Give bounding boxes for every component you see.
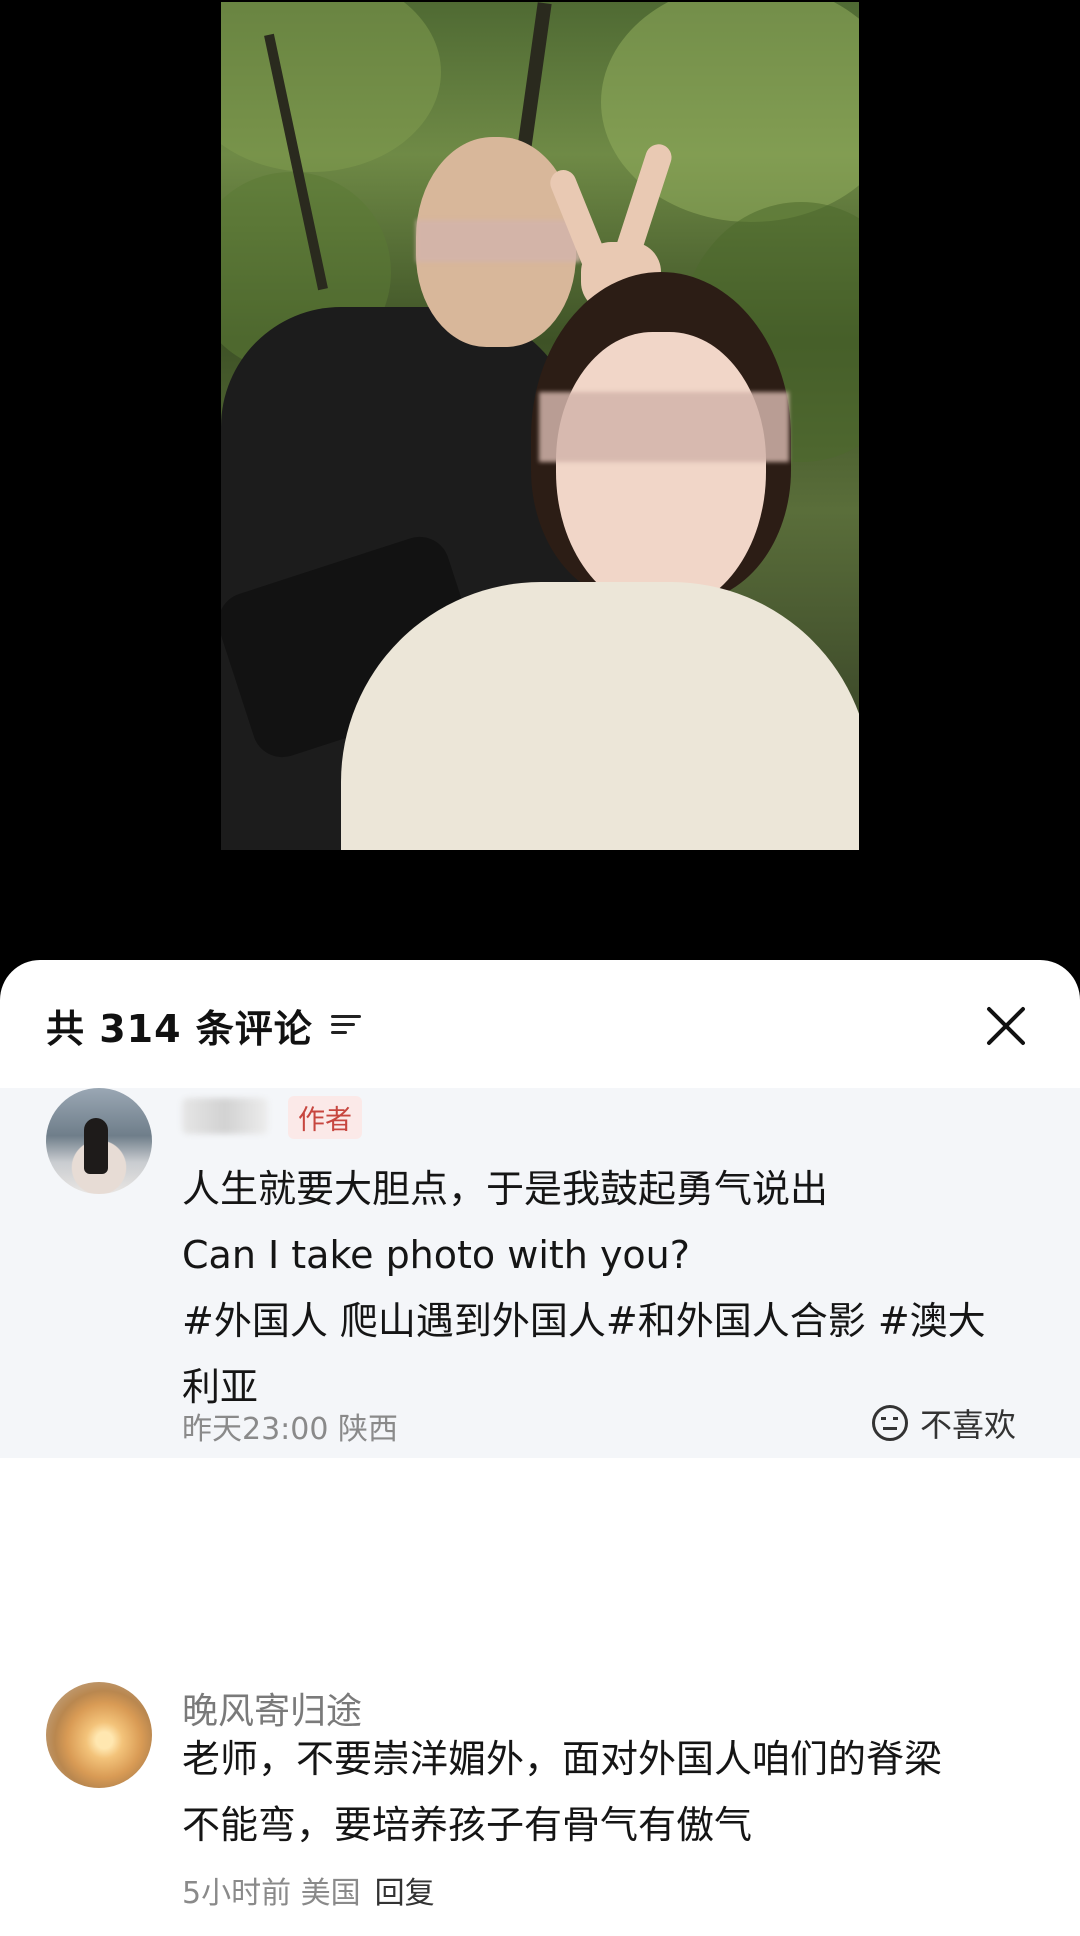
comments-sheet: 共 314 条评论 作者 人生就要大胆点，于是我鼓起勇气说出 Can I tak…	[0, 960, 1080, 1936]
comments-header: 共 314 条评论	[46, 1000, 361, 1051]
comment-line: 老师，不要崇洋媚外，面对外国人咱们的脊梁	[182, 1737, 943, 1781]
dislike-label: 不喜欢	[919, 1406, 1016, 1444]
comment-line: 人生就要大胆点，于是我鼓起勇气说出	[182, 1167, 829, 1211]
comment-line: Can I take photo with you?	[182, 1233, 690, 1277]
comment-line: 不能弯，要培养孩子有骨气有傲气	[182, 1803, 753, 1847]
avatar[interactable]	[46, 1088, 152, 1194]
comment-item[interactable]: 晚风寄归途 老师，不要崇洋媚外，面对外国人咱们的脊梁 不能弯，要培养孩子有骨气有…	[0, 1682, 1080, 1936]
author-badge: 作者	[288, 1096, 362, 1139]
avatar[interactable]	[46, 1682, 152, 1788]
comment-meta: 5小时前 美国 回复	[182, 1868, 435, 1912]
comment-text: 人生就要大胆点，于是我鼓起勇气说出 Can I take photo with …	[182, 1156, 1032, 1420]
dislike-button[interactable]: 不喜欢	[871, 1400, 1016, 1446]
comment-time-location: 5小时前 美国	[182, 1876, 361, 1911]
reply-button[interactable]: 回复	[375, 1876, 435, 1911]
comment-text: 老师，不要崇洋媚外，面对外国人咱们的脊梁 不能弯，要培养孩子有骨气有傲气	[182, 1726, 1032, 1858]
comment-meta: 昨天23:00 陕西	[182, 1412, 398, 1447]
neutral-face-icon	[871, 1405, 908, 1441]
close-icon[interactable]	[984, 1004, 1028, 1048]
comments-count-title: 共 314 条评论	[46, 1006, 313, 1051]
author-username-blurred[interactable]	[182, 1098, 268, 1134]
post-photo[interactable]	[221, 2, 859, 850]
sort-lines-icon[interactable]	[330, 1013, 361, 1037]
author-comment[interactable]: 作者 人生就要大胆点，于是我鼓起勇气说出 Can I take photo wi…	[0, 1088, 1080, 1458]
hashtag-line[interactable]: #外国人 爬山遇到外国人#和外国人合影 #澳大	[182, 1288, 1032, 1354]
